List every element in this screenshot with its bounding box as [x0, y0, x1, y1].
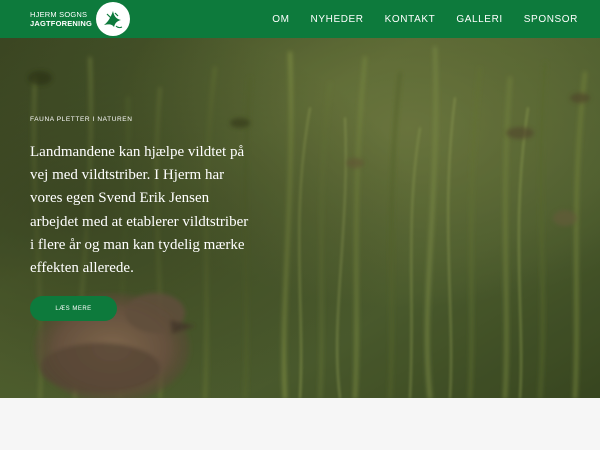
site-header: HJERM SOGNS JAGTFORENING OM NYHEDER KONT… — [0, 0, 600, 38]
nav-item-sponsor[interactable]: SPONSOR — [513, 14, 578, 25]
main-nav: OM NYHEDER KONTAKT GALLERI SPONSOR — [262, 14, 578, 25]
bird-emblem-icon — [96, 2, 130, 36]
hero-content: FAUNA PLETTER I NATUREN Landmandene kan … — [30, 116, 255, 280]
logo-line-2: JAGTFORENING — [30, 18, 92, 28]
nav-item-om[interactable]: OM — [262, 14, 300, 25]
hero-headline: Landmandene kan hjælpe vildtet på vej me… — [30, 144, 249, 277]
nav-item-kontakt[interactable]: KONTAKT — [374, 14, 446, 25]
logo-line-1: HJERM SOGNS — [30, 10, 88, 19]
site-logo[interactable]: HJERM SOGNS JAGTFORENING — [30, 2, 130, 36]
nav-item-nyheder[interactable]: NYHEDER — [300, 14, 374, 25]
hero-eyebrow: FAUNA PLETTER I NATUREN — [30, 116, 133, 123]
hero-section: FAUNA PLETTER I NATUREN Landmandene kan … — [0, 38, 600, 398]
nav-item-galleri[interactable]: GALLERI — [446, 14, 513, 25]
below-fold-section — [0, 398, 600, 450]
logo-text: HJERM SOGNS JAGTFORENING — [30, 11, 92, 27]
read-more-button[interactable]: LÆS MERE — [30, 296, 117, 321]
